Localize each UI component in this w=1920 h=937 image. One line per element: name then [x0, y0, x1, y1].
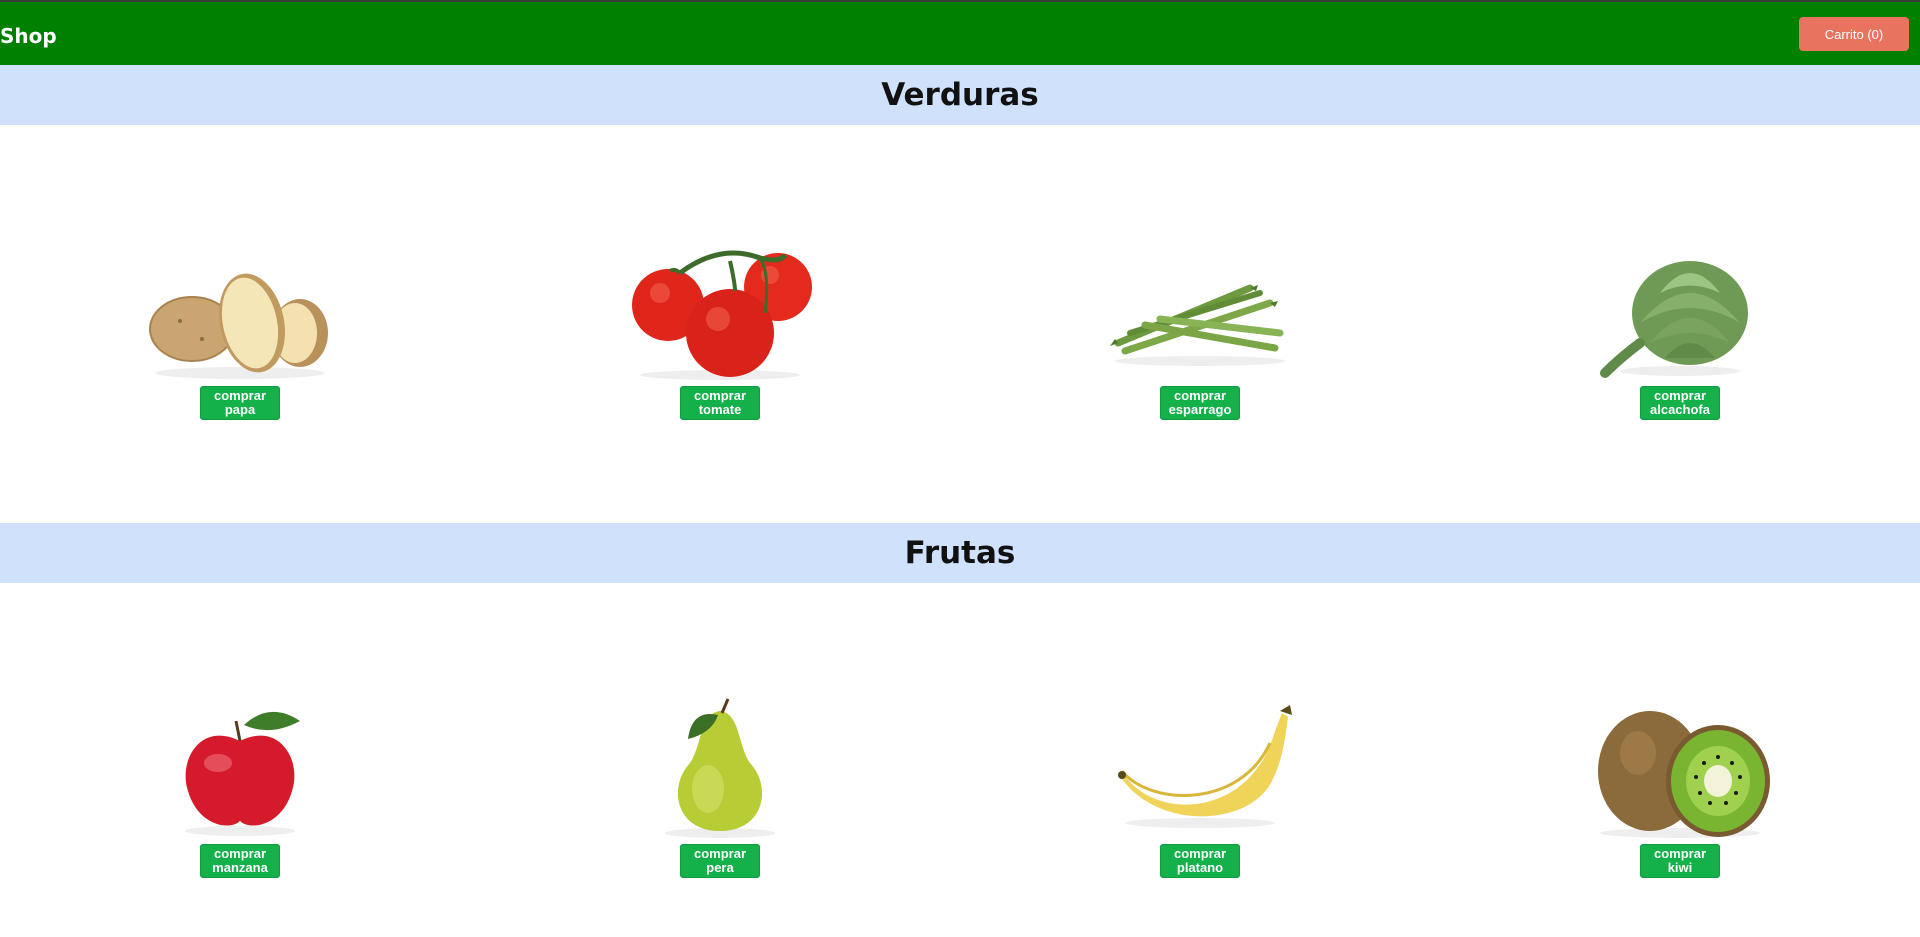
buy-button-alcachofa[interactable]: comprar alcachofa [1640, 386, 1720, 420]
banana-image [1118, 705, 1292, 828]
buy-button-action: comprar [213, 846, 267, 861]
potato-image [149, 273, 328, 379]
artichoke-image [1600, 261, 1748, 378]
buy-button-action: comprar [693, 388, 747, 403]
buy-button-action: comprar [213, 388, 267, 403]
section-title-verduras: Verduras [0, 65, 1920, 125]
asparagus-image [1110, 284, 1285, 366]
buy-button-product: platano [1176, 860, 1224, 875]
buy-button-action: comprar [1653, 846, 1707, 861]
buy-button-product: kiwi [1667, 860, 1693, 875]
navbar: Shop Carrito (0) [0, 2, 1920, 65]
buy-button-tomate[interactable]: comprar tomate [680, 386, 760, 420]
buy-button-pera[interactable]: comprar pera [680, 844, 760, 878]
product-card-platano: comprar platano [1080, 691, 1320, 878]
buy-button-product: alcachofa [1650, 402, 1710, 417]
buy-button-product: tomate [698, 402, 742, 417]
product-card-kiwi: comprar kiwi [1560, 691, 1800, 878]
cart-button[interactable]: Carrito (0) [1799, 17, 1909, 51]
buy-button-action: comprar [693, 846, 747, 861]
buy-button-product: pera [706, 860, 734, 875]
buy-button-kiwi[interactable]: comprar kiwi [1640, 844, 1720, 878]
buy-button-action: comprar [1173, 388, 1227, 403]
buy-button-product: papa [224, 402, 256, 417]
buy-button-esparrago[interactable]: comprar esparrago [1160, 386, 1240, 420]
buy-button-product: manzana [212, 860, 268, 875]
buy-button-action: comprar [1653, 388, 1707, 403]
product-card-manzana: comprar manzana [120, 691, 360, 878]
section-verduras: comprar papa comprar tomate comprar espa… [0, 125, 1920, 523]
product-card-papa: comprar papa [120, 233, 360, 420]
product-card-tomate: comprar tomate [600, 233, 840, 420]
buy-button-papa[interactable]: comprar papa [200, 386, 280, 420]
buy-button-product: esparrago [1168, 402, 1232, 417]
apple-image [185, 711, 300, 836]
brand-logo[interactable]: Shop [0, 24, 57, 48]
buy-button-manzana[interactable]: comprar manzana [200, 844, 280, 878]
buy-button-platano[interactable]: comprar platano [1160, 844, 1240, 878]
pear-image [665, 698, 775, 838]
section-frutas: comprar manzana comprar pera comprar pla… [0, 583, 1920, 937]
product-card-pera: comprar pera [600, 691, 840, 878]
kiwi-image [1598, 711, 1770, 838]
tomato-image [632, 250, 812, 380]
product-card-esparrago: comprar esparrago [1080, 233, 1320, 420]
product-card-alcachofa: comprar alcachofa [1560, 233, 1800, 420]
buy-button-action: comprar [1173, 846, 1227, 861]
section-title-frutas: Frutas [0, 523, 1920, 583]
